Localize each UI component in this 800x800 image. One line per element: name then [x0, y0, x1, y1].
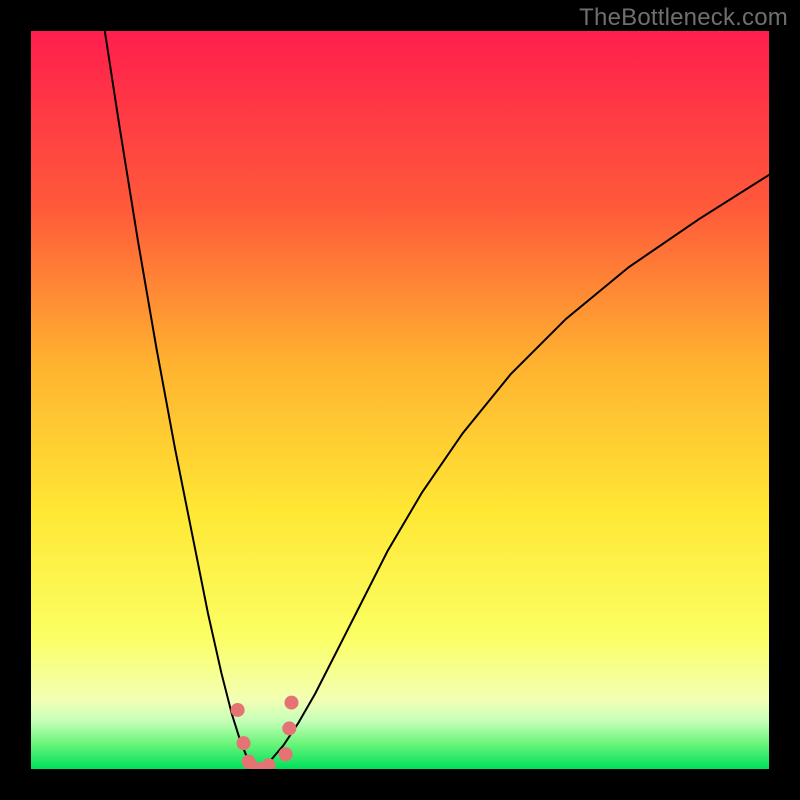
- chart-frame: TheBottleneck.com: [0, 0, 800, 800]
- data-marker: [279, 747, 293, 761]
- bottleneck-plot: [31, 31, 769, 769]
- data-marker: [231, 703, 245, 717]
- data-marker: [285, 696, 299, 710]
- gradient-background: [31, 31, 769, 769]
- watermark-text: TheBottleneck.com: [579, 4, 788, 32]
- plot-svg: [31, 31, 769, 769]
- data-marker: [282, 721, 296, 735]
- data-marker: [237, 736, 251, 750]
